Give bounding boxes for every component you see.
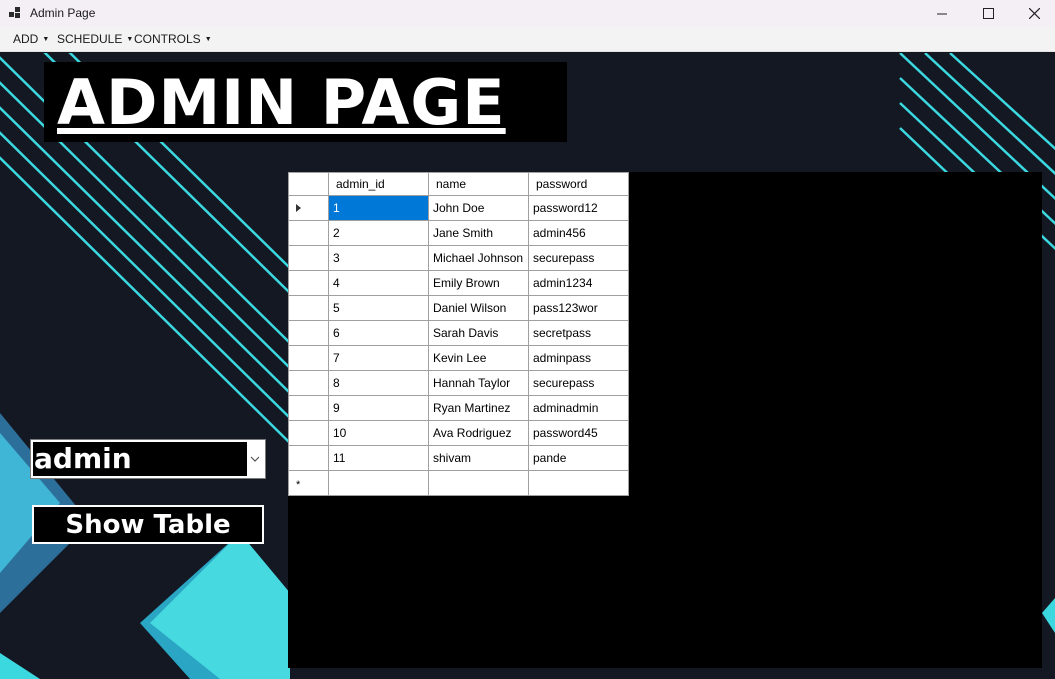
window-title-bar[interactable]: Admin Page xyxy=(0,0,1055,27)
grid-cell[interactable]: Ava Rodriguez xyxy=(428,420,529,446)
grid-cell[interactable]: 9 xyxy=(328,395,429,421)
row-header[interactable] xyxy=(288,395,329,421)
row-header[interactable] xyxy=(288,195,329,221)
grid-cell[interactable]: secretpass xyxy=(528,320,629,346)
row-header[interactable] xyxy=(288,320,329,346)
grid-cell[interactable]: securepass xyxy=(528,245,629,271)
table-row[interactable]: 1 John Doe password12 xyxy=(288,195,629,221)
minimize-icon xyxy=(937,13,947,14)
table-row[interactable]: 11 shivam pande xyxy=(288,445,629,471)
menu-bar: ADD ▼ SCHEDULE ▼ CONTROLS ▼ xyxy=(0,27,1055,52)
page-title: ADMIN PAGE xyxy=(57,66,506,139)
grid-cell[interactable]: pass123wor xyxy=(528,295,629,321)
current-row-indicator-icon xyxy=(296,204,301,212)
minimize-button[interactable] xyxy=(919,0,965,27)
table-row[interactable]: 4 Emily Brown admin1234 xyxy=(288,270,629,296)
grid-cell[interactable] xyxy=(428,470,529,496)
grid-cell[interactable]: pande xyxy=(528,445,629,471)
grid-cell[interactable] xyxy=(528,470,629,496)
maximize-icon xyxy=(982,8,994,19)
grid-cell[interactable]: securepass xyxy=(528,370,629,396)
show-table-button[interactable]: Show Table xyxy=(32,505,264,544)
grid-cell[interactable]: 8 xyxy=(328,370,429,396)
grid-cell[interactable]: Jane Smith xyxy=(428,220,529,246)
window-title: Admin Page xyxy=(30,6,96,20)
grid-cell[interactable]: Sarah Davis xyxy=(428,320,529,346)
caret-down-icon: ▼ xyxy=(126,35,134,43)
data-grid[interactable]: admin_id name password 1 John Doe passwo… xyxy=(288,172,1042,668)
grid-cell[interactable]: admin1234 xyxy=(528,270,629,296)
grid-cell[interactable]: Kevin Lee xyxy=(428,345,529,371)
menu-controls-label: CONTROLS xyxy=(134,32,201,46)
column-header-admin-id[interactable]: admin_id xyxy=(328,172,429,196)
grid-cell[interactable]: shivam xyxy=(428,445,529,471)
grid-cell[interactable]: Emily Brown xyxy=(428,270,529,296)
row-header[interactable] xyxy=(288,270,329,296)
close-button[interactable] xyxy=(1011,0,1055,27)
column-header-password[interactable]: password xyxy=(528,172,629,196)
table-select-value[interactable]: admin xyxy=(33,442,247,476)
table-row[interactable]: 7 Kevin Lee adminpass xyxy=(288,345,629,371)
menu-add[interactable]: ADD ▼ xyxy=(13,32,49,46)
row-header[interactable] xyxy=(288,245,329,271)
row-header[interactable] xyxy=(288,420,329,446)
grid-cell[interactable]: password12 xyxy=(528,195,629,221)
table-row[interactable]: 5 Daniel Wilson pass123wor xyxy=(288,295,629,321)
menu-schedule-label: SCHEDULE xyxy=(57,32,123,46)
table-select-dropdown[interactable]: admin xyxy=(30,439,266,479)
grid-cell[interactable]: adminpass xyxy=(528,345,629,371)
table-row[interactable]: 9 Ryan Martinez adminadmin xyxy=(288,395,629,421)
row-header[interactable] xyxy=(288,220,329,246)
client-area: ADMIN PAGE admin Show Table admin_id nam… xyxy=(0,53,1055,679)
table-row[interactable]: 3 Michael Johnson securepass xyxy=(288,245,629,271)
close-icon xyxy=(1028,8,1040,19)
data-grid-table: admin_id name password 1 John Doe passwo… xyxy=(288,172,629,496)
table-row[interactable]: 2 Jane Smith admin456 xyxy=(288,220,629,246)
grid-cell[interactable]: admin456 xyxy=(528,220,629,246)
row-header[interactable] xyxy=(288,445,329,471)
grid-cell[interactable]: 7 xyxy=(328,345,429,371)
chevron-down-icon[interactable] xyxy=(249,453,261,465)
new-row[interactable]: * xyxy=(288,470,629,496)
grid-cell[interactable]: 5 xyxy=(328,295,429,321)
grid-cell[interactable]: 3 xyxy=(328,245,429,271)
app-icon xyxy=(9,7,21,19)
column-header-name[interactable]: name xyxy=(428,172,529,196)
grid-cell[interactable]: John Doe xyxy=(428,195,529,221)
row-header[interactable]: * xyxy=(288,470,329,496)
grid-cell[interactable]: adminadmin xyxy=(528,395,629,421)
row-header[interactable] xyxy=(288,345,329,371)
caret-down-icon: ▼ xyxy=(42,35,50,43)
new-row-marker: * xyxy=(296,478,301,491)
grid-cell[interactable]: 6 xyxy=(328,320,429,346)
grid-cell[interactable]: 10 xyxy=(328,420,429,446)
menu-schedule[interactable]: SCHEDULE ▼ xyxy=(57,32,133,46)
table-row[interactable]: 10 Ava Rodriguez password45 xyxy=(288,420,629,446)
grid-cell[interactable]: 2 xyxy=(328,220,429,246)
grid-corner-header[interactable] xyxy=(288,172,329,196)
menu-controls[interactable]: CONTROLS ▼ xyxy=(134,32,212,46)
row-header[interactable] xyxy=(288,370,329,396)
grid-header-row: admin_id name password xyxy=(288,172,629,196)
row-header[interactable] xyxy=(288,295,329,321)
caret-down-icon: ▼ xyxy=(204,35,212,43)
table-row[interactable]: 6 Sarah Davis secretpass xyxy=(288,320,629,346)
grid-cell[interactable]: 1 xyxy=(328,195,429,221)
page-title-banner: ADMIN PAGE xyxy=(44,62,567,142)
grid-cell[interactable]: Ryan Martinez xyxy=(428,395,529,421)
grid-cell[interactable]: password45 xyxy=(528,420,629,446)
menu-add-label: ADD xyxy=(13,32,39,46)
grid-cell[interactable]: Hannah Taylor xyxy=(428,370,529,396)
table-row[interactable]: 8 Hannah Taylor securepass xyxy=(288,370,629,396)
grid-cell[interactable]: 4 xyxy=(328,270,429,296)
maximize-button[interactable] xyxy=(965,0,1011,27)
grid-cell[interactable] xyxy=(328,470,429,496)
grid-cell[interactable]: Daniel Wilson xyxy=(428,295,529,321)
grid-cell[interactable]: 11 xyxy=(328,445,429,471)
grid-cell[interactable]: Michael Johnson xyxy=(428,245,529,271)
